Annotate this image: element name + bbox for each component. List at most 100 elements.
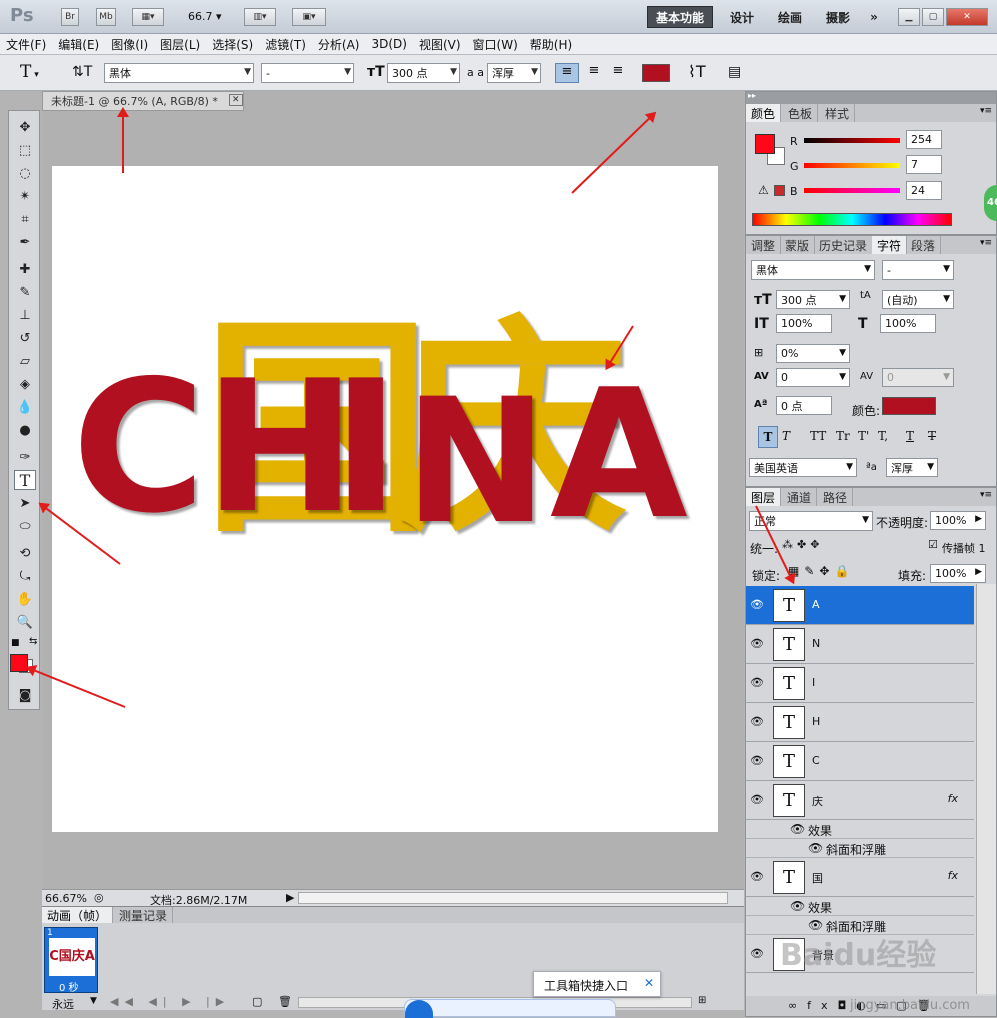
superscript-button[interactable]: T': [858, 429, 869, 443]
tab-layers[interactable]: 图层: [746, 488, 782, 506]
char-leading-select[interactable]: (自动) ▼: [882, 290, 954, 309]
eye-icon[interactable]: 👁: [750, 715, 764, 728]
gamut-swatch[interactable]: [774, 185, 785, 196]
panel-menu-icon[interactable]: ▾≡: [980, 490, 992, 500]
tab-styles[interactable]: 样式: [820, 104, 856, 122]
document-tab[interactable]: 未标题-1 @ 66.7% (A, RGB/8) * ✕: [42, 91, 244, 111]
close-button[interactable]: ✕: [946, 8, 988, 26]
menu-layer[interactable]: 图层(L): [160, 36, 200, 53]
g-input[interactable]: 7: [906, 155, 942, 174]
marquee-tool-icon[interactable]: ⬚: [14, 140, 36, 160]
zoom-readout[interactable]: 66.67%: [45, 892, 87, 905]
minimize-button[interactable]: ▁: [898, 8, 920, 26]
hand-tool-icon[interactable]: ✋: [14, 589, 36, 609]
eye-icon[interactable]: 👁: [750, 870, 764, 883]
align-right-button[interactable]: ≡: [607, 63, 629, 83]
align-left-button[interactable]: ≡: [555, 63, 579, 83]
font-family-select[interactable]: 黑体 ▼: [104, 63, 254, 83]
unify-icons[interactable]: ⁂✤✥: [782, 538, 823, 551]
r-slider[interactable]: [804, 138, 900, 143]
char-vscale-input[interactable]: 100%: [776, 314, 832, 333]
tab-color[interactable]: 颜色: [746, 104, 782, 122]
maximize-button[interactable]: ▢: [922, 8, 944, 26]
tab-paragraph[interactable]: 段落: [906, 236, 942, 254]
menu-view[interactable]: 视图(V): [419, 36, 461, 53]
small-caps-button[interactable]: Tr: [836, 429, 850, 443]
color-fg-swatch[interactable]: [755, 134, 775, 154]
tab-character[interactable]: 字符: [872, 236, 908, 254]
tab-measurement-log[interactable]: 测量记录: [114, 907, 174, 923]
quick-mask-icon[interactable]: ◙: [14, 685, 36, 705]
clone-stamp-tool-icon[interactable]: ⊥: [14, 305, 36, 325]
font-style-select[interactable]: - ▼: [261, 63, 354, 83]
workspace-painting[interactable]: 绘画: [770, 6, 810, 28]
eye-icon[interactable]: 👁: [750, 754, 764, 767]
layer-row-qing[interactable]: 👁 T 庆 fx: [746, 781, 974, 820]
path-selection-tool-icon[interactable]: ➤: [14, 493, 36, 513]
char-tracking-pct-select[interactable]: 0% ▼: [776, 344, 850, 363]
type-tool-icon[interactable]: T: [14, 470, 36, 490]
eye-icon[interactable]: 👁: [750, 676, 764, 689]
menu-edit[interactable]: 编辑(E): [58, 36, 99, 53]
mini-bridge-button[interactable]: Mb: [96, 8, 116, 26]
text-orientation-icon[interactable]: ⇅T: [72, 64, 92, 80]
healing-brush-tool-icon[interactable]: ✚: [14, 259, 36, 279]
3d-orbit-tool-icon[interactable]: ⤿: [14, 566, 36, 586]
arrange-documents-button[interactable]: ▥▾: [244, 8, 276, 26]
layer-effects-row[interactable]: 👁 效果: [746, 897, 974, 916]
layer-row-i[interactable]: 👁 T I: [746, 664, 974, 703]
side-badge[interactable]: 46: [984, 185, 997, 221]
layer-row-a[interactable]: 👁 T A: [746, 586, 974, 625]
char-language-select[interactable]: 美国英语 ▼: [749, 458, 857, 477]
char-kerning-select[interactable]: 0 ▼: [776, 368, 850, 387]
gamut-warning-icon[interactable]: ⚠: [758, 183, 769, 197]
blur-tool-icon[interactable]: 💧: [14, 397, 36, 417]
canvas[interactable]: 国 庆 C H I N A: [52, 166, 718, 832]
layer-effects-row[interactable]: 👁 效果: [746, 820, 974, 839]
text-color-swatch[interactable]: [642, 64, 670, 82]
font-size-select[interactable]: 300 点 ▼: [387, 63, 460, 83]
timeline-toggle-icon[interactable]: ⊞: [698, 995, 706, 1006]
fill-input[interactable]: 100% ▶: [930, 564, 986, 583]
anti-alias-select[interactable]: 浑厚 ▼: [487, 63, 541, 83]
3d-rotate-tool-icon[interactable]: ⟲: [14, 543, 36, 563]
color-ramp[interactable]: [752, 213, 952, 226]
menu-select[interactable]: 选择(S): [212, 36, 253, 53]
char-aa-select[interactable]: 浑厚 ▼: [886, 458, 938, 477]
move-tool-icon[interactable]: ✥: [14, 117, 36, 137]
tab-channels[interactable]: 通道: [782, 488, 818, 506]
tab-swatches[interactable]: 色板: [783, 104, 819, 122]
menu-window[interactable]: 窗口(W): [473, 36, 518, 53]
info-icon[interactable]: ◎: [94, 891, 104, 904]
lock-icons[interactable]: ▦✎✥🔒: [788, 564, 854, 578]
b-input[interactable]: 24: [906, 181, 942, 200]
char-font-style-select[interactable]: - ▼: [882, 260, 954, 280]
zoom-tool-icon[interactable]: 🔍: [14, 612, 36, 632]
char-tracking-select[interactable]: 0 ▼: [882, 368, 954, 387]
fx-badge[interactable]: fx: [948, 792, 958, 805]
layer-row-h[interactable]: 👁 T H: [746, 703, 974, 742]
eye-icon[interactable]: 👁: [750, 598, 764, 611]
eraser-tool-icon[interactable]: ▱: [14, 351, 36, 371]
underline-button[interactable]: T: [906, 429, 914, 443]
strikethrough-button[interactable]: T: [928, 429, 936, 443]
animation-frame-1[interactable]: 1 C国庆A 0 秒: [44, 927, 98, 994]
propagate-checkbox-icon[interactable]: ☑: [928, 538, 938, 551]
b-slider[interactable]: [804, 188, 900, 193]
subscript-button[interactable]: T,: [878, 429, 888, 443]
faux-italic-button[interactable]: T: [782, 429, 790, 443]
screen-mode-button[interactable]: ▣▾: [292, 8, 326, 26]
eye-icon[interactable]: 👁: [750, 637, 764, 650]
eye-icon[interactable]: 👁: [750, 947, 764, 960]
playback-controls[interactable]: ◀◀ ◀| ▶ |▶: [110, 995, 230, 1008]
bridge-button[interactable]: Br: [61, 8, 79, 26]
all-caps-button[interactable]: TT: [810, 429, 826, 443]
menu-image[interactable]: 图像(I): [111, 36, 148, 53]
eyedropper-tool-icon[interactable]: ✒: [14, 232, 36, 252]
tab-adjustments[interactable]: 调整: [746, 236, 782, 254]
delete-frame-icon[interactable]: 🗑: [278, 995, 292, 1008]
chevron-down-icon[interactable]: ▼: [90, 996, 97, 1006]
character-panel-toggle-icon[interactable]: ▤: [728, 64, 741, 80]
status-menu-arrow-icon[interactable]: ▶: [286, 891, 294, 904]
menu-help[interactable]: 帮助(H): [530, 36, 572, 53]
